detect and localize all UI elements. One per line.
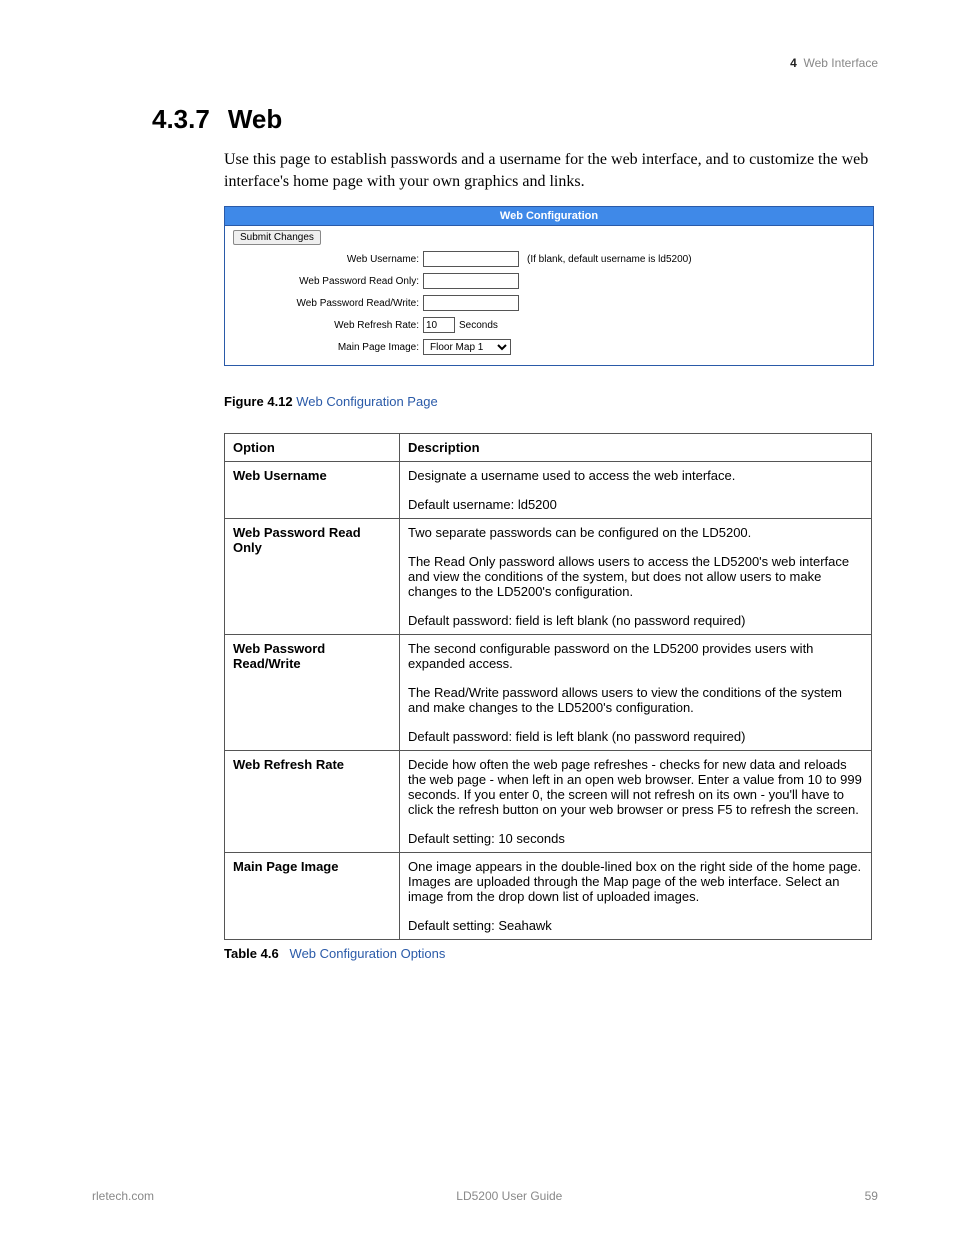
web-password-rw-input[interactable] bbox=[423, 295, 519, 311]
table-row: Main Page ImageOne image appears in the … bbox=[225, 853, 872, 940]
option-name: Main Page Image bbox=[225, 853, 400, 940]
figure-caption: Figure 4.12 Web Configuration Page bbox=[224, 394, 878, 409]
page-footer: rletech.com LD5200 User Guide 59 bbox=[92, 1189, 878, 1203]
description-paragraph: Default password: field is left blank (n… bbox=[408, 729, 863, 744]
description-paragraph: Designate a username used to access the … bbox=[408, 468, 863, 483]
main-page-image-select[interactable]: Floor Map 1 bbox=[423, 339, 511, 355]
col-option: Option bbox=[225, 434, 400, 462]
section-heading: 4.3.7 Web bbox=[152, 104, 878, 135]
option-name: Web Password Read Only bbox=[225, 519, 400, 635]
web-username-label: Web Username: bbox=[233, 254, 423, 265]
option-description: One image appears in the double-lined bo… bbox=[400, 853, 872, 940]
option-name: Web Username bbox=[225, 462, 400, 519]
description-paragraph: Default password: field is left blank (n… bbox=[408, 613, 863, 628]
table-title: Web Configuration Options bbox=[290, 946, 446, 961]
main-page-image-label: Main Page Image: bbox=[233, 342, 423, 353]
description-paragraph: The second configurable password on the … bbox=[408, 641, 863, 671]
option-description: Decide how often the web page refreshes … bbox=[400, 751, 872, 853]
option-description: The second configurable password on the … bbox=[400, 635, 872, 751]
web-password-rw-label: Web Password Read/Write: bbox=[233, 298, 423, 309]
table-row: Web Password Read/Write The second config… bbox=[225, 635, 872, 751]
figure-label: Figure 4.12 bbox=[224, 394, 293, 409]
web-username-hint: (If blank, default username is ld5200) bbox=[527, 254, 692, 265]
option-description: Two separate passwords can be configured… bbox=[400, 519, 872, 635]
description-paragraph: The Read Only password allows users to a… bbox=[408, 554, 863, 599]
options-table: Option Description Web Username Designate… bbox=[224, 433, 872, 940]
description-paragraph: One image appears in the double-lined bo… bbox=[408, 859, 863, 904]
table-label: Table 4.6 bbox=[224, 946, 279, 961]
option-name: Web Password Read/Write bbox=[225, 635, 400, 751]
web-password-ro-input[interactable] bbox=[423, 273, 519, 289]
description-paragraph: Default username: ld5200 bbox=[408, 497, 863, 512]
figure-title: Web Configuration Page bbox=[296, 394, 437, 409]
description-paragraph: Decide how often the web page refreshes … bbox=[408, 757, 863, 817]
panel-title: Web Configuration bbox=[225, 207, 873, 226]
footer-right: 59 bbox=[865, 1189, 878, 1203]
option-description: Designate a username used to access the … bbox=[400, 462, 872, 519]
web-password-ro-label: Web Password Read Only: bbox=[233, 276, 423, 287]
web-refresh-unit: Seconds bbox=[459, 320, 498, 331]
option-name: Web Refresh Rate bbox=[225, 751, 400, 853]
description-paragraph: Default setting: Seahawk bbox=[408, 918, 863, 933]
table-row: Web Username Designate a username used to… bbox=[225, 462, 872, 519]
table-row: Web Password Read Only Two separate passw… bbox=[225, 519, 872, 635]
col-description: Description bbox=[400, 434, 872, 462]
description-paragraph: Two separate passwords can be configured… bbox=[408, 525, 863, 540]
web-refresh-rate-label: Web Refresh Rate: bbox=[233, 320, 423, 331]
description-paragraph: The Read/Write password allows users to … bbox=[408, 685, 863, 715]
web-config-screenshot: Web Configuration Submit Changes Web Use… bbox=[224, 206, 874, 366]
submit-changes-button[interactable]: Submit Changes bbox=[233, 230, 321, 245]
chapter-title: Web Interface bbox=[804, 56, 878, 70]
description-paragraph: Default setting: 10 seconds bbox=[408, 831, 863, 846]
intro-paragraph: Use this page to establish passwords and… bbox=[224, 149, 878, 192]
section-title: Web bbox=[228, 104, 282, 134]
footer-center: LD5200 User Guide bbox=[456, 1189, 562, 1203]
table-caption: Table 4.6 Web Configuration Options bbox=[224, 946, 878, 961]
footer-left: rletech.com bbox=[92, 1189, 154, 1203]
web-refresh-rate-input[interactable] bbox=[423, 317, 455, 333]
web-username-input[interactable] bbox=[423, 251, 519, 267]
running-header: 4 Web Interface bbox=[92, 56, 878, 70]
table-row: Web Refresh RateDecide how often the web… bbox=[225, 751, 872, 853]
chapter-number: 4 bbox=[790, 56, 797, 70]
section-number: 4.3.7 bbox=[152, 104, 210, 134]
